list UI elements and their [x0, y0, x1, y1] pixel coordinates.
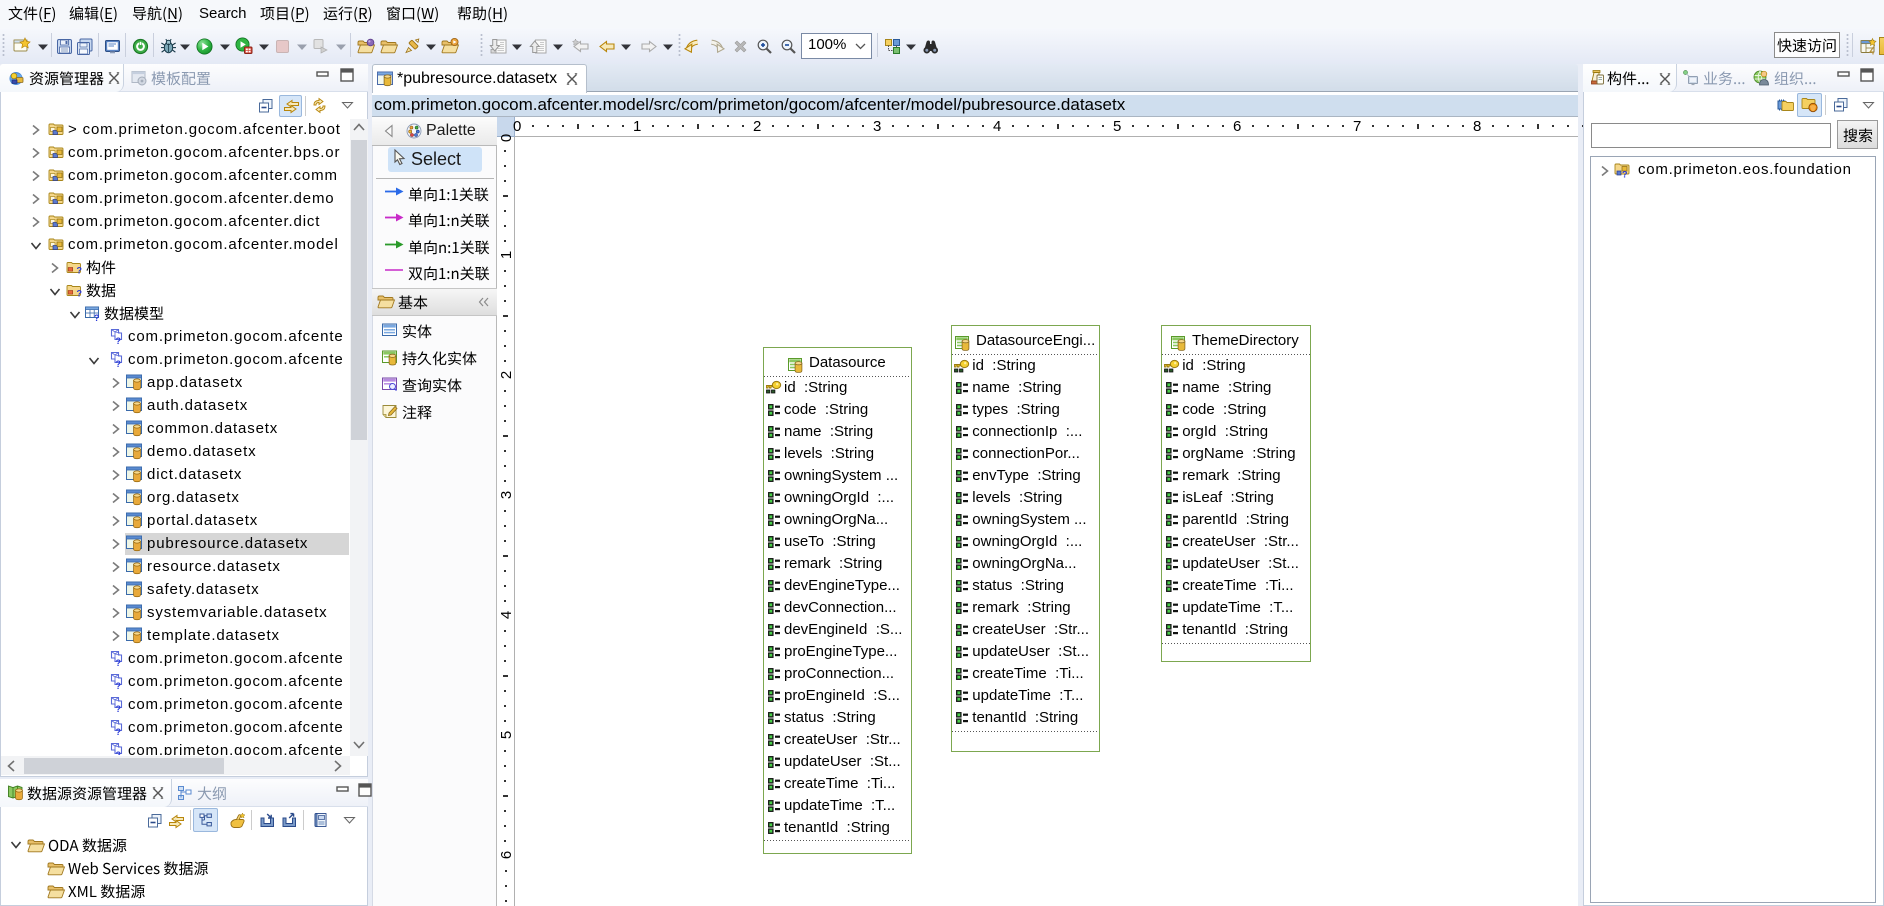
svg-text:?: ? [116, 359, 122, 369]
svg-text:?: ? [77, 289, 83, 299]
svg-text:?: ? [116, 658, 122, 668]
svg-text:?: ? [116, 336, 122, 346]
svg-text:?: ? [116, 727, 122, 737]
svg-text:?: ? [77, 266, 83, 276]
svg-text:?: ? [1622, 170, 1628, 180]
svg-text:?: ? [116, 704, 122, 714]
svg-text:?: ? [94, 313, 100, 323]
svg-text:?: ? [116, 750, 122, 755]
svg-text:?: ? [116, 681, 122, 691]
